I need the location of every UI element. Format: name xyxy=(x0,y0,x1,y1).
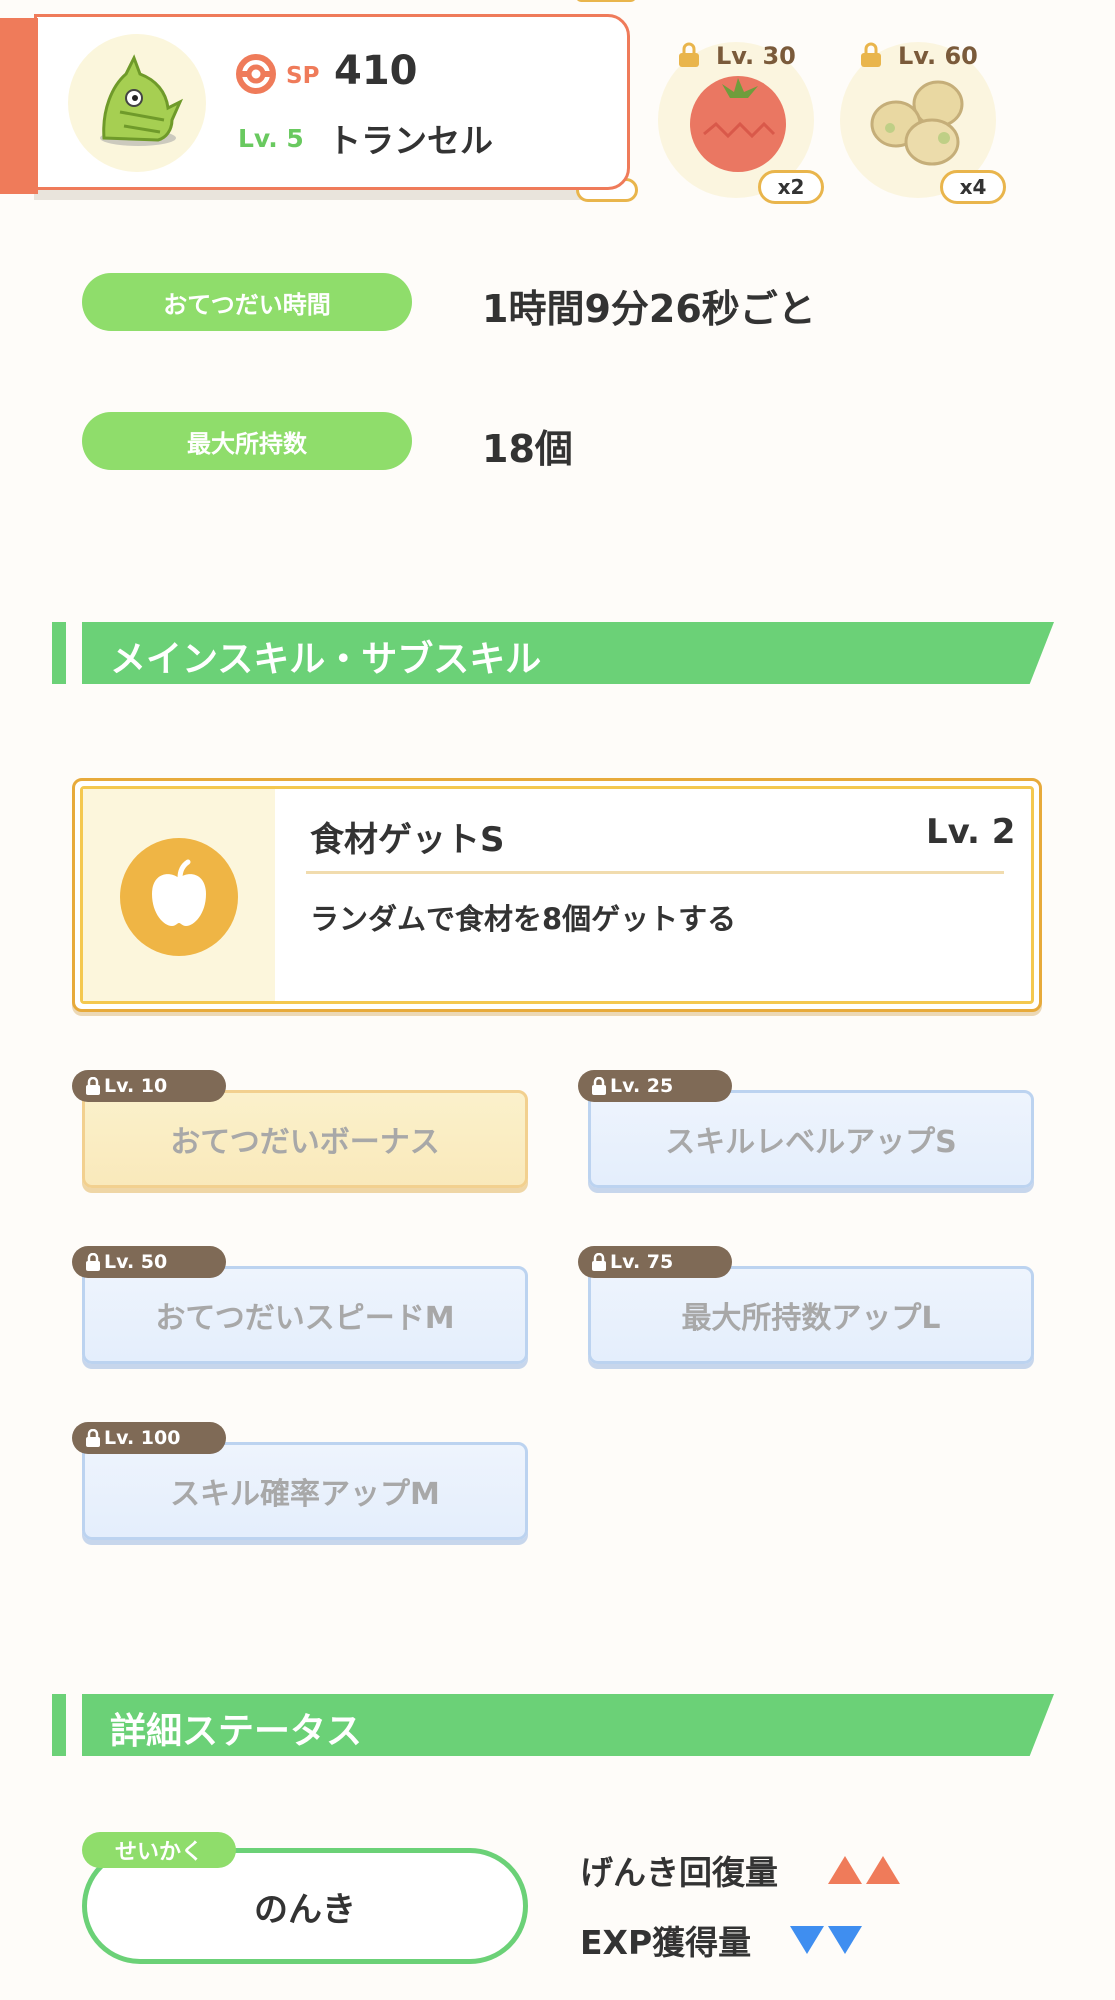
sub-skill-unlock-tag: Lv. 50 xyxy=(72,1246,226,1278)
card-top-edge xyxy=(576,0,636,2)
ingredient-unlock-level: Lv. 60 xyxy=(898,42,978,70)
help-time-value: 1時間9分26秒ごと xyxy=(482,287,816,331)
lock-icon xyxy=(86,1253,100,1271)
sub-skill-unlock-tag: Lv. 10 xyxy=(72,1070,226,1102)
sub-skill-button[interactable]: スキルレベルアップS xyxy=(588,1090,1034,1188)
metapod-icon xyxy=(100,54,184,146)
nature-up-label: げんき回復量 xyxy=(580,1853,778,1892)
max-carry-value: 18個 xyxy=(482,427,573,471)
lock-icon xyxy=(86,1429,100,1447)
card-accent-stripe xyxy=(0,18,38,194)
lock-icon xyxy=(676,42,702,68)
decrease-arrow-icon xyxy=(790,1926,824,1954)
main-skill-level: Lv. 2 xyxy=(926,812,1016,852)
increase-arrow-icon xyxy=(866,1856,900,1884)
nature-tag: せいかく xyxy=(82,1832,236,1868)
apple-icon xyxy=(152,859,206,926)
ingredient-count-badge: x4 xyxy=(940,170,1006,204)
main-skill-description: ランダムで食材を8個ゲットする xyxy=(310,902,737,936)
sub-skill-button[interactable]: おてつだいボーナス xyxy=(82,1090,528,1188)
decrease-arrow-icon xyxy=(828,1926,862,1954)
pokeball-icon xyxy=(236,54,276,94)
sp-label: SP xyxy=(286,63,320,89)
pokemon-avatar xyxy=(68,34,206,172)
ingredient-count-badge: x2 xyxy=(758,170,824,204)
sp-value: 410 xyxy=(334,48,418,94)
sub-skill-unlock-level: Lv. 10 xyxy=(104,1075,168,1097)
ingredient-unlock-level: Lv. 30 xyxy=(716,42,796,70)
sub-skill-unlock-tag: Lv. 75 xyxy=(578,1246,732,1278)
lock-icon xyxy=(858,42,884,68)
main-skill-name: 食材ゲットS xyxy=(310,820,505,860)
main-skill-icon-circle xyxy=(120,838,238,956)
lock-icon xyxy=(592,1253,606,1271)
sub-skill-unlock-tag: Lv. 100 xyxy=(72,1422,226,1454)
sub-skill-button[interactable]: おてつだいスピードM xyxy=(82,1266,528,1364)
pokemon-name: トランセル xyxy=(328,121,493,160)
lock-icon xyxy=(592,1077,606,1095)
section-stripe xyxy=(52,1694,66,1756)
pokemon-level: Lv. 5 xyxy=(238,124,304,153)
sub-skill-unlock-level: Lv. 25 xyxy=(610,1075,674,1097)
sub-skill-unlock-level: Lv. 75 xyxy=(610,1251,674,1273)
divider xyxy=(306,871,1004,874)
lock-icon xyxy=(86,1077,100,1095)
sub-skill-button[interactable]: スキル確率アップM xyxy=(82,1442,528,1540)
sub-skill-unlock-tag: Lv. 25 xyxy=(578,1070,732,1102)
sub-skill-unlock-level: Lv. 50 xyxy=(104,1251,168,1273)
skills-section-title: メインスキル・サブスキル xyxy=(110,639,542,680)
increase-arrow-icon xyxy=(828,1856,862,1884)
help-time-label: おてつだい時間 xyxy=(82,273,412,331)
sub-skill-button[interactable]: 最大所持数アップL xyxy=(588,1266,1034,1364)
max-carry-label: 最大所持数 xyxy=(82,412,412,470)
nature-down-label: EXP獲得量 xyxy=(580,1923,752,1962)
sub-skill-unlock-level: Lv. 100 xyxy=(104,1427,181,1449)
status-section-title: 詳細ステータス xyxy=(110,1711,363,1752)
section-stripe xyxy=(52,622,66,684)
